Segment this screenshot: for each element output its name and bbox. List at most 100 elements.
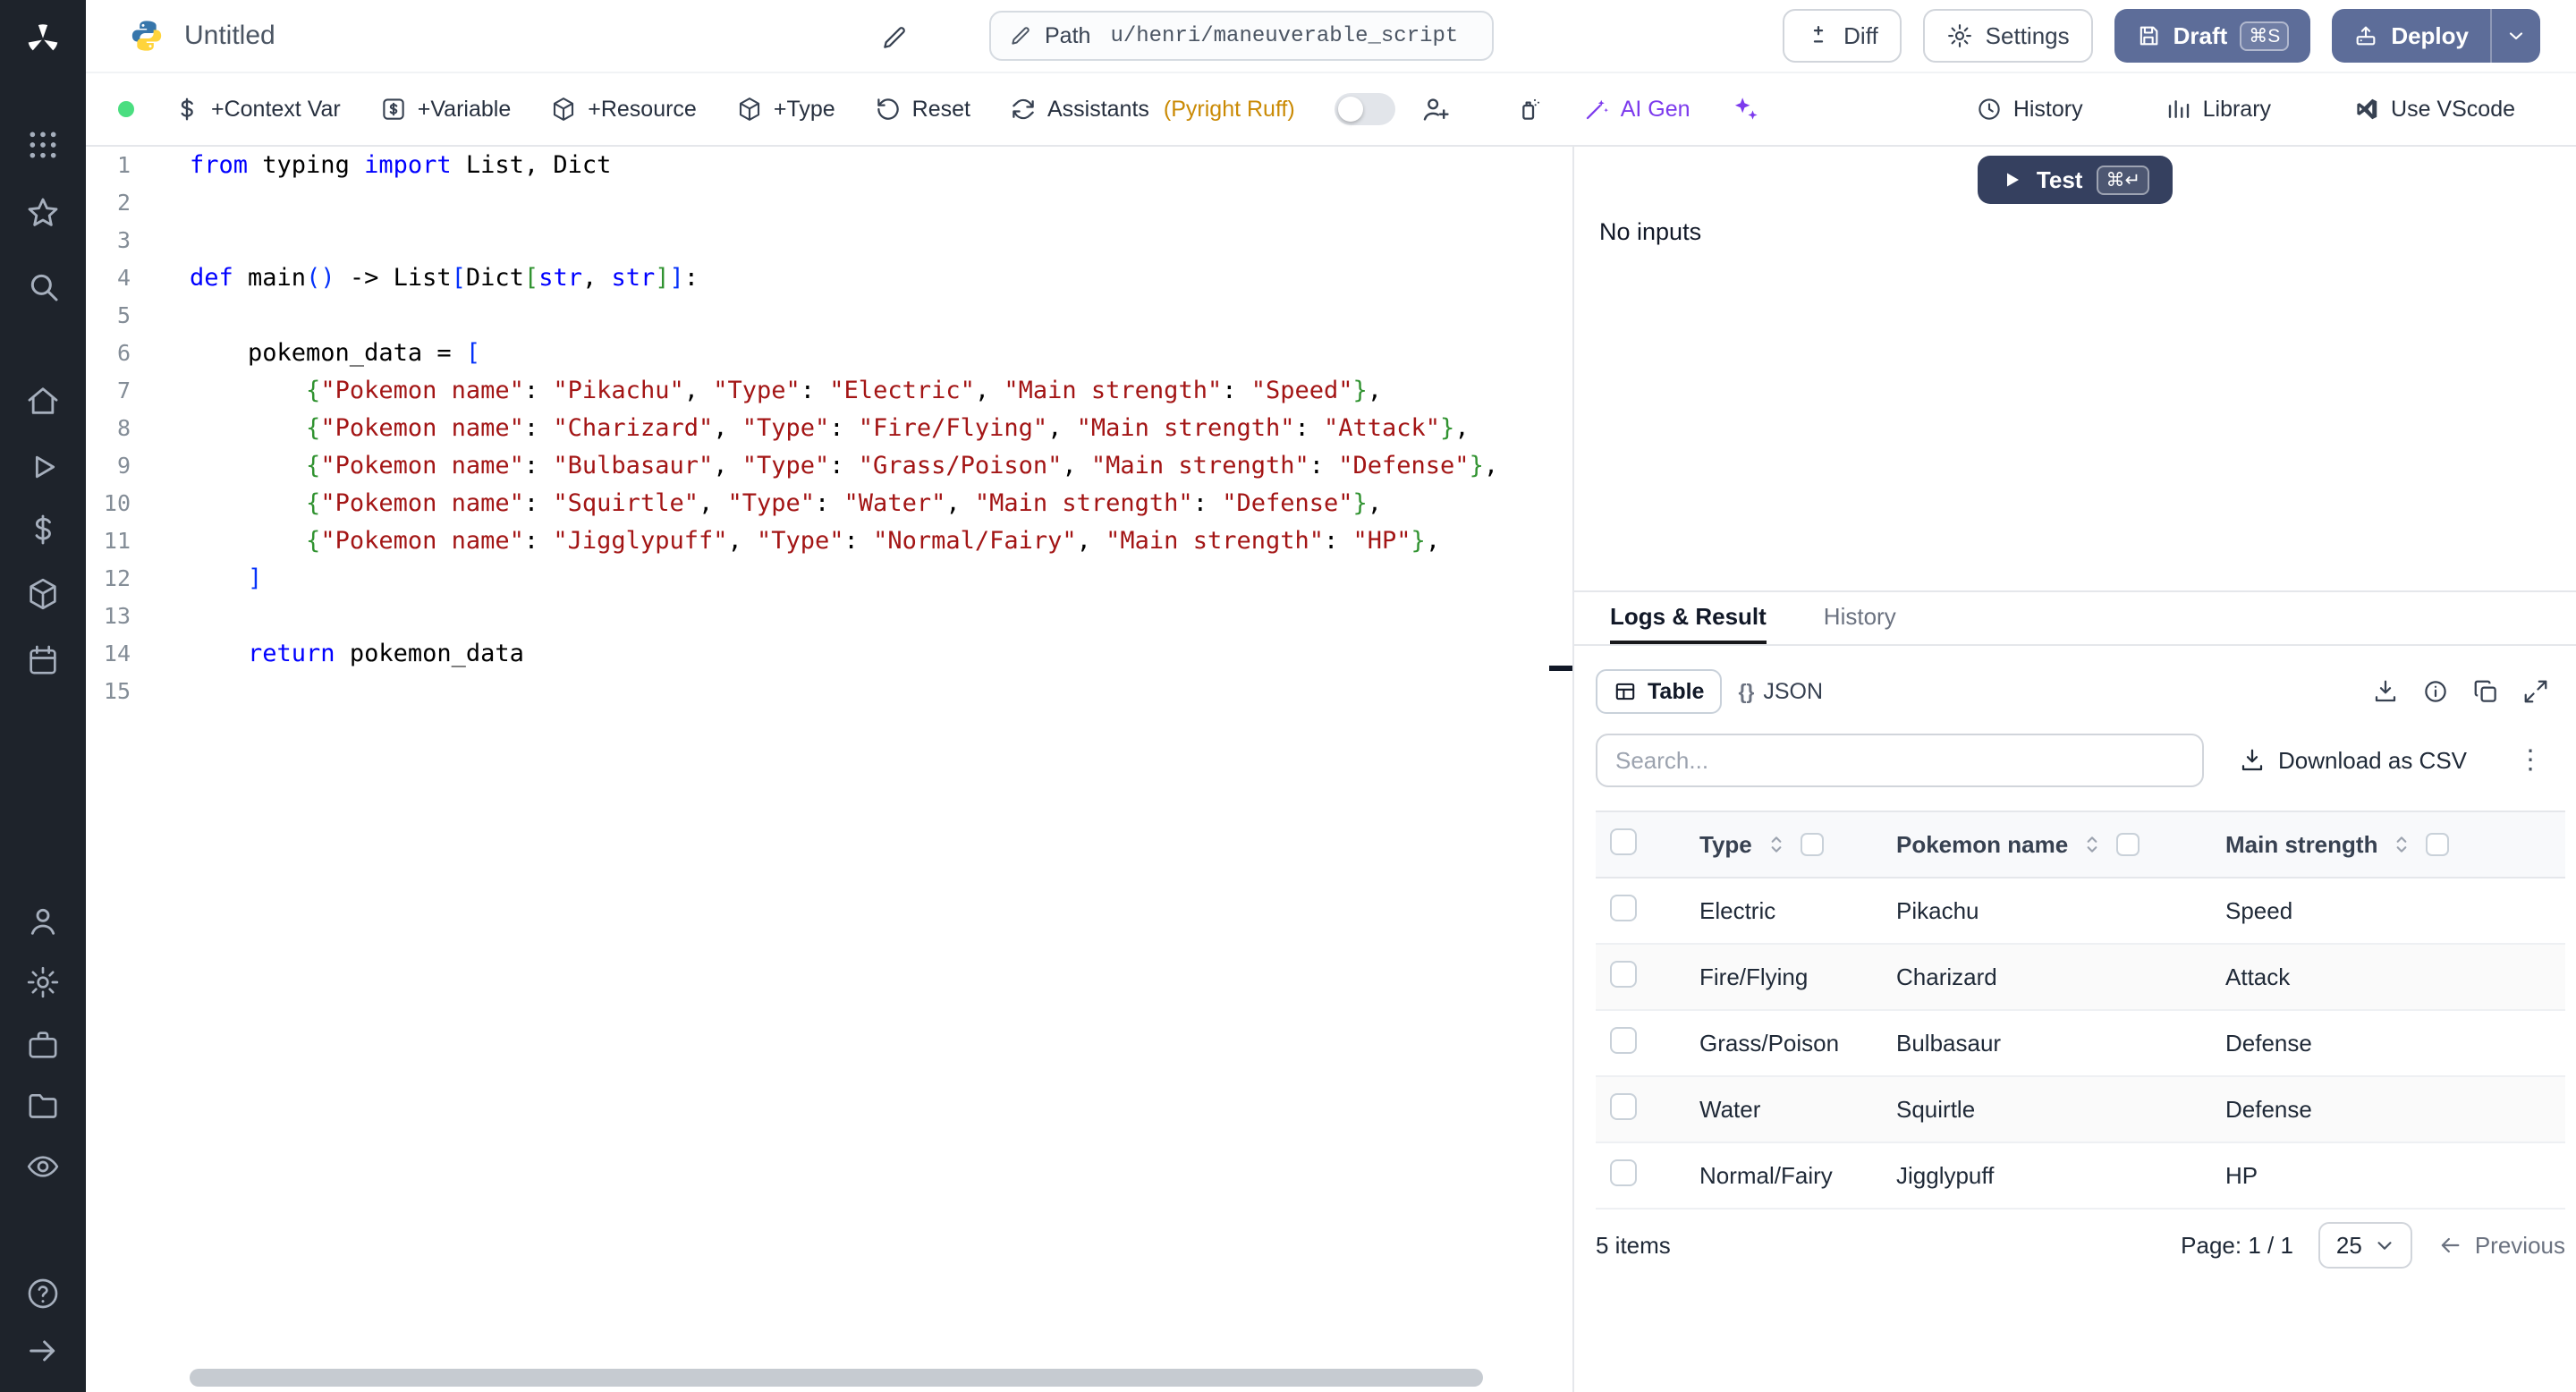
dollar-icon	[174, 96, 200, 123]
home-icon[interactable]	[25, 383, 61, 419]
page-size-select[interactable]: 25	[2318, 1222, 2412, 1269]
add-variable-button[interactable]: +Variable	[380, 96, 511, 123]
schedules-calendar-icon[interactable]	[25, 642, 61, 678]
page-size-value: 25	[2335, 1231, 2362, 1259]
add-resource-label: +Resource	[588, 96, 697, 122]
reset-button[interactable]: Reset	[875, 96, 970, 123]
magic-wand-icon	[1583, 96, 1610, 123]
test-button[interactable]: Test ⌘↵	[1977, 156, 2174, 204]
column-checkbox[interactable]	[2426, 833, 2450, 856]
draft-button[interactable]: Draft ⌘S	[2114, 9, 2311, 63]
settings-gear-icon[interactable]	[25, 964, 61, 1000]
user-plus-icon[interactable]	[1420, 94, 1451, 124]
folders-icon[interactable]	[25, 1088, 61, 1124]
history-label: History	[2012, 96, 2083, 122]
settings-button[interactable]: Settings	[1922, 9, 2093, 63]
diff-icon	[1806, 23, 1831, 48]
column-header: Main strength	[2225, 830, 2378, 858]
search-input[interactable]	[1596, 734, 2204, 787]
deploy-caret-button[interactable]	[2490, 9, 2540, 63]
app-grid-icon[interactable]	[25, 127, 61, 163]
tab-logs-result[interactable]: Logs & Result	[1610, 592, 1767, 644]
previous-page-button[interactable]: Previous	[2437, 1232, 2565, 1260]
table-row: Fire/Flying Charizard Attack	[1596, 944, 2565, 1010]
table-header-row: Type Pokemon name Main strength	[1596, 811, 2565, 878]
view-table-button[interactable]: Table	[1596, 669, 1723, 714]
code-line: {"Pokemon name": "Pikachu", "Type": "Ele…	[306, 377, 1383, 404]
copy-icon[interactable]	[2472, 678, 2499, 705]
runs-play-icon[interactable]	[25, 449, 61, 485]
tab-history[interactable]: History	[1824, 592, 1896, 644]
line-number: 11	[103, 528, 131, 554]
table-cell: Fire/Flying	[1699, 963, 1809, 990]
line-number: 1	[116, 152, 131, 178]
library-button[interactable]: Library	[2165, 96, 2271, 123]
diff-button[interactable]: Diff	[1783, 9, 1902, 63]
add-resource-button[interactable]: +Resource	[550, 96, 697, 123]
path-field[interactable]: Path u/henri/maneuverable_script	[989, 11, 1494, 61]
user-icon[interactable]	[25, 904, 61, 939]
cube-icon	[736, 96, 763, 123]
line-number: 12	[103, 565, 131, 591]
search-icon[interactable]	[25, 268, 61, 304]
expand-icon[interactable]	[2522, 678, 2549, 705]
edit-title-pencil-icon[interactable]	[880, 23, 909, 52]
view-json-button[interactable]: {} JSON	[1722, 669, 1839, 714]
add-type-button[interactable]: +Type	[736, 96, 835, 123]
row-checkbox[interactable]	[1610, 1159, 1637, 1186]
row-checkbox[interactable]	[1610, 894, 1637, 921]
results-tabs: Logs & Result History	[1574, 592, 2576, 646]
use-vscode-button[interactable]: Use VScode	[2353, 96, 2515, 123]
code-lines[interactable]: from typing import List, Dict def main()…	[190, 147, 1572, 1367]
run-section: Test ⌘↵ No inputs	[1574, 156, 2576, 599]
sparkles-icon[interactable]	[1730, 94, 1760, 124]
help-icon[interactable]	[25, 1276, 61, 1311]
expand-sidebar-arrow-icon[interactable]	[25, 1333, 61, 1369]
add-context-var-button[interactable]: +Context Var	[174, 96, 341, 123]
deploy-button-group: Deploy	[2332, 9, 2540, 63]
scrollbar-thumb[interactable]	[190, 1369, 1483, 1387]
header-actions: Diff Settings Draft ⌘S Deploy	[1783, 9, 2540, 63]
pane-resize-handle[interactable]	[1549, 666, 1572, 671]
history-button[interactable]: History	[1976, 96, 2083, 123]
windmill-app: Untitled Path u/henri/maneuverable_scrip…	[0, 0, 2576, 1392]
download-csv-button[interactable]: Download as CSV	[2239, 747, 2467, 775]
view-toggle-row: Table {} JSON	[1596, 669, 2555, 714]
line-number: 6	[116, 340, 131, 366]
row-checkbox[interactable]	[1610, 960, 1637, 988]
download-icon[interactable]	[2372, 678, 2399, 705]
favorites-star-icon[interactable]	[25, 195, 61, 231]
page-indicator: Page: 1 / 1	[2181, 1231, 2293, 1259]
row-checkbox[interactable]	[1610, 1026, 1637, 1054]
download-icon	[2239, 747, 2266, 774]
table-menu-kebab[interactable]: ⋮	[2517, 747, 2544, 774]
code-line: def main() -> List[Dict[str, str]]:	[190, 264, 699, 292]
resources-cube-icon[interactable]	[25, 576, 61, 612]
format-icon[interactable]	[1515, 95, 1544, 123]
result-table: Type Pokemon name Main strength Electric…	[1596, 811, 2565, 1210]
assistants-button[interactable]: Assistants (Pyright Ruff)	[1010, 96, 1295, 123]
table-cell: HP	[2225, 1161, 2258, 1189]
info-icon[interactable]	[2422, 678, 2449, 705]
column-checkbox[interactable]	[2116, 833, 2140, 856]
deploy-button[interactable]: Deploy	[2332, 9, 2490, 63]
toggle-knob	[1337, 97, 1363, 122]
windmill-logo[interactable]	[23, 20, 63, 59]
workers-briefcase-icon[interactable]	[25, 1027, 61, 1063]
result-actions	[2372, 678, 2549, 705]
column-checkbox[interactable]	[1800, 833, 1824, 856]
row-checkbox[interactable]	[1610, 1092, 1637, 1120]
reset-label: Reset	[911, 96, 970, 122]
code-line: return pokemon_data	[248, 640, 524, 667]
select-all-checkbox[interactable]	[1610, 828, 1637, 855]
python-logo-icon	[129, 18, 165, 54]
assistant-toggle[interactable]	[1334, 93, 1395, 125]
add-variable-label: +Variable	[417, 96, 512, 122]
sort-icon[interactable]	[2390, 833, 2413, 856]
sort-icon[interactable]	[2080, 833, 2104, 856]
ai-gen-button[interactable]: AI Gen	[1583, 96, 1690, 123]
sort-icon[interactable]	[1765, 833, 1788, 856]
audit-eye-icon[interactable]	[25, 1149, 61, 1184]
variables-dollar-icon[interactable]	[25, 512, 61, 547]
